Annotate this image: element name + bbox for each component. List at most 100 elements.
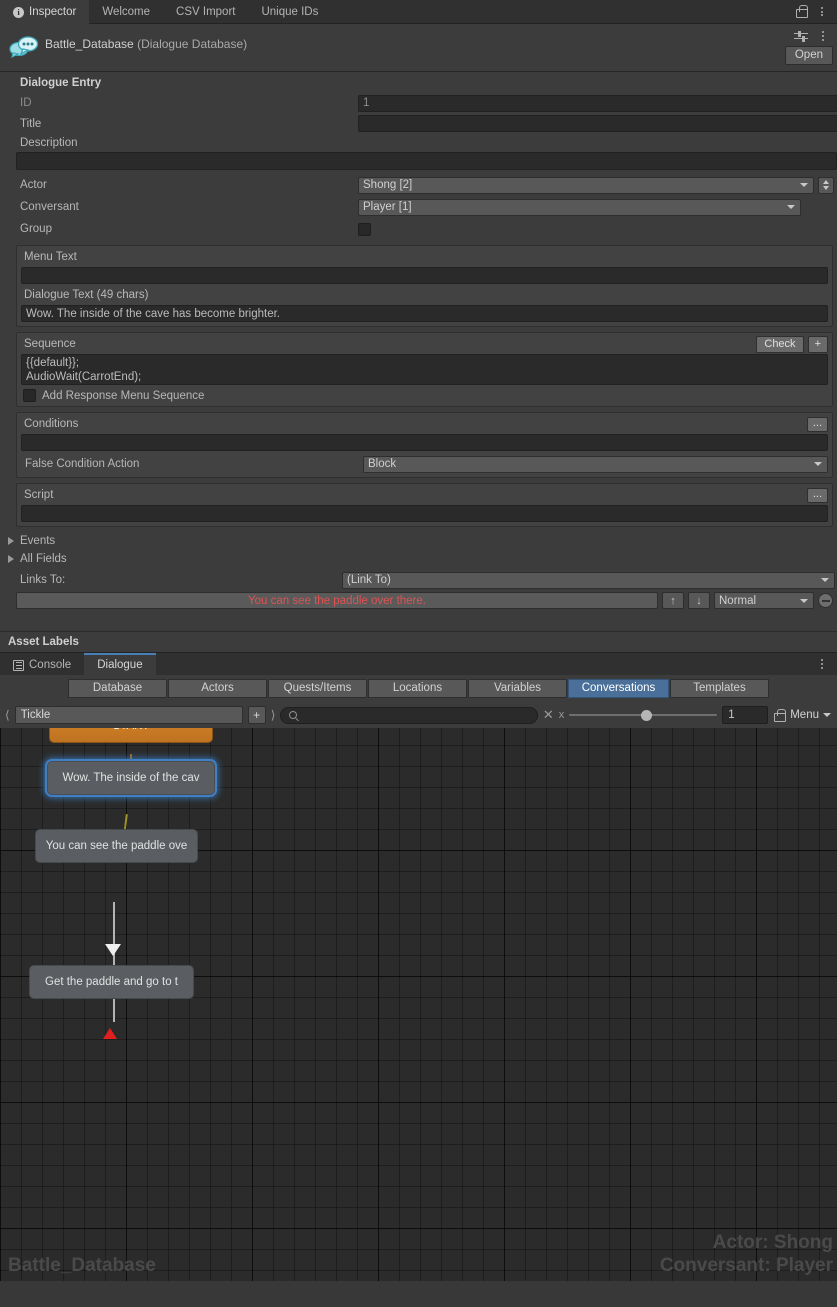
conversation-dropdown[interactable]: Tickle [14,706,243,724]
conditions-label: Conditions [24,418,79,430]
menu-text-input[interactable] [21,267,828,284]
conditions-options-button[interactable]: ... [806,416,828,432]
links-to-dropdown[interactable]: (Link To) [342,571,835,589]
tab-locations[interactable]: Locations [368,679,467,698]
false-condition-action-value: Block [368,458,397,470]
tab-welcome[interactable]: Welcome [89,0,163,24]
zoom-label: x [558,709,565,721]
graph-node-start[interactable]: <START> [49,728,213,743]
dialogue-editor-body: Database Actors Quests/Items Locations V… [0,675,837,728]
sequence-check-button[interactable]: Check [756,335,804,353]
conversant-dropdown[interactable]: Player [1] [358,198,801,216]
graph-node-3[interactable]: Get the paddle and go to t [29,965,194,999]
tab-console-label: Console [29,659,72,671]
false-condition-action-dropdown[interactable]: Block [363,455,828,473]
tab-csv-import[interactable]: CSV Import [163,0,248,24]
tab-database[interactable]: Database [68,679,167,698]
chevron-right-icon[interactable]: ⟩ [271,708,276,722]
zoom-value-input[interactable]: 1 [722,706,769,724]
sequence-add-button[interactable]: + [807,335,828,353]
sequence-actions: Check + [756,335,828,353]
clear-search-icon[interactable]: ✕ [543,707,554,723]
link-move-down-button[interactable]: ↓ [688,592,710,609]
tab-unique-ids-label: Unique IDs [261,6,319,18]
id-label: ID [20,97,32,109]
conditions-actions: ... [806,416,828,432]
dialogue-window-tabstrip: Console Dialogue [0,652,837,677]
dialogue-tabstrip-actions [816,653,837,675]
link-priority-dropdown[interactable]: Normal [714,592,814,609]
dialogue-entry-section-title: Dialogue Entry [20,77,102,89]
sequence-label: Sequence [24,338,76,350]
all-fields-foldout[interactable]: All Fields [0,550,837,568]
description-input[interactable] [16,152,837,170]
watermark-actor: Actor: Shong [712,1232,833,1253]
chevron-down-icon [800,598,808,603]
open-button[interactable]: Open [784,46,833,65]
tab-conversations[interactable]: Conversations [568,679,669,698]
tab-dialogue[interactable]: Dialogue [84,653,156,677]
link-move-up-button[interactable]: ↑ [662,592,684,609]
lock-icon[interactable] [773,708,787,722]
dialogue-text-input[interactable]: Wow. The inside of the cave has become b… [21,305,828,322]
zoom-slider-knob[interactable] [641,709,653,721]
lock-icon[interactable] [795,5,808,18]
actor-value: Shong [2] [363,179,413,191]
inspector-body: Dialogue Entry ID 1 Title Description Ac… [0,72,837,652]
actor-stepper[interactable] [818,176,834,194]
script-header: Script ... [21,487,828,503]
database-tabs: Database Actors Quests/Items Locations V… [0,675,837,703]
conversation-graph-canvas[interactable]: <START> Wow. The inside of the cav You c… [0,728,837,1281]
tab-templates[interactable]: Templates [670,679,769,698]
connector-n2-to-n3 [113,902,115,1022]
script-options-button[interactable]: ... [806,487,828,503]
menu-text-label: Menu Text [24,251,77,263]
tab-variables[interactable]: Variables [468,679,567,698]
tab-actors[interactable]: Actors [168,679,267,698]
tab-console[interactable]: Console [0,653,84,677]
tab-unique-ids[interactable]: Unique IDs [248,0,331,24]
row-group: Group [0,219,837,239]
link-remove-button[interactable] [818,593,833,608]
description-label: Description [20,137,78,149]
chevron-right-icon [8,555,14,563]
graph-menu-button[interactable]: Menu [790,709,831,721]
graph-node-2[interactable]: You can see the paddle ove [35,829,198,863]
add-conversation-button[interactable]: + [247,706,266,724]
row-description: Description [0,134,837,170]
preset-icon[interactable] [794,30,808,42]
tab-dialogue-label: Dialogue [97,659,143,671]
stepper-up-icon [823,180,829,184]
search-input[interactable] [280,706,538,724]
actor-dropdown[interactable]: Shong [2] [358,176,814,194]
arrowhead-n3-exit [103,1028,117,1039]
stepper-down-icon [823,186,829,190]
title-input[interactable] [358,115,837,132]
tab-quests-items[interactable]: Quests/Items [268,679,367,698]
watermark-conversant: Conversant: Player [659,1255,833,1276]
response-menu-sequence-checkbox[interactable] [23,389,36,402]
graph-node-1[interactable]: Wow. The inside of the cav [47,761,215,795]
response-menu-sequence-row: Add Response Menu Sequence [21,389,828,402]
group-label: Group [20,223,52,235]
group-checkbox[interactable] [358,222,371,236]
dialogue-database-icon [9,34,39,59]
conditions-input[interactable] [21,434,828,451]
chevron-down-icon [800,183,808,187]
script-label: Script [24,489,54,501]
kebab-menu-icon[interactable] [816,6,828,17]
tab-inspector[interactable]: i Inspector [0,0,90,24]
kebab-menu-icon[interactable] [817,31,829,41]
tab-inspector-label: Inspector [29,6,77,18]
events-foldout[interactable]: Events [0,532,837,550]
actor-label: Actor [20,179,47,191]
events-label: Events [20,535,56,547]
object-title-type: (Dialogue Database) [137,37,248,51]
link-entry-text[interactable]: You can see the paddle over there. [16,592,658,609]
kebab-menu-icon[interactable] [816,659,828,669]
script-input[interactable] [21,505,828,522]
chevron-left-icon[interactable]: ⟨ [5,708,10,722]
sequence-input[interactable]: {{default}}; AudioWait(CarrotEnd); [21,354,828,385]
title-label: Title [20,117,42,130]
zoom-slider[interactable] [569,706,718,724]
